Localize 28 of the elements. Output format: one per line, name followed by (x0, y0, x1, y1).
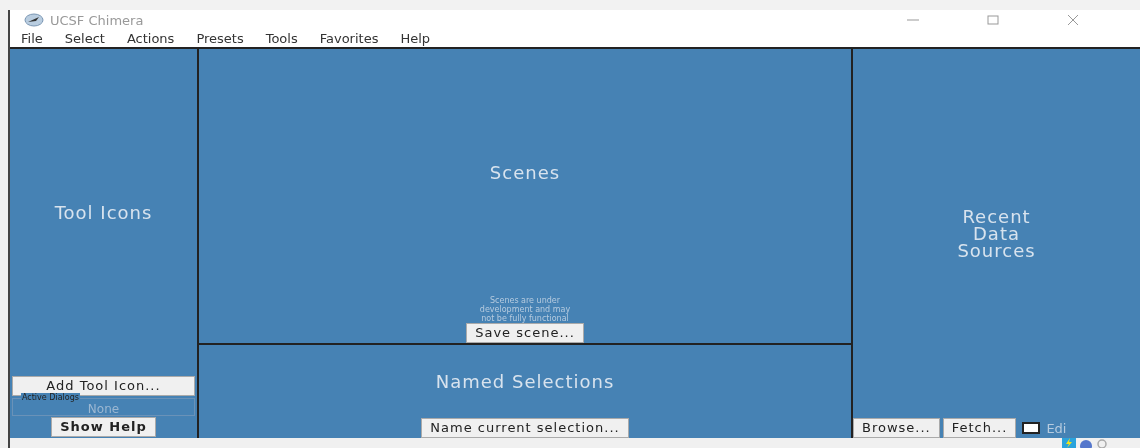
menu-item[interactable]: Actions (115, 31, 186, 46)
menu-item[interactable]: Select (53, 31, 116, 46)
menu-item[interactable]: File (10, 31, 54, 46)
app-logo-icon (24, 13, 44, 27)
panel-title: Named Selections (435, 371, 615, 392)
group-label: Active Dialogs (21, 393, 80, 402)
menu-item[interactable]: Tools (254, 31, 309, 46)
name-selection-button[interactable]: Name current selection... (421, 418, 629, 438)
info-icon[interactable] (1080, 438, 1092, 448)
dialog-value: None (87, 401, 120, 415)
maximize-icon[interactable] (986, 14, 1000, 26)
lightning-icon[interactable] (1062, 438, 1076, 448)
menu-item[interactable]: Help (389, 31, 442, 46)
save-scene-button[interactable]: Save scene... (466, 323, 584, 343)
edit-checkbox[interactable] (1022, 422, 1041, 434)
source-button[interactable]: Browse... (853, 418, 940, 438)
window-title: UCSF Chimera (50, 12, 144, 28)
magnifier-icon[interactable] (1096, 438, 1108, 448)
source-button[interactable]: Fetch... (942, 418, 1017, 438)
scenes-note: Scenes are under development and may not be fully functional (478, 296, 572, 323)
panel-title: Scenes (489, 162, 561, 183)
panel-title: Tool Icons (54, 202, 153, 223)
close-icon[interactable] (1066, 14, 1080, 26)
menu-item[interactable]: Presets (185, 31, 255, 46)
panel-title: Recent Data Sources (956, 208, 1037, 259)
checkbox-label: Edi (1046, 420, 1067, 436)
show-help-button[interactable]: Show Help (51, 417, 156, 437)
menu-item[interactable]: Favorites (308, 31, 390, 46)
